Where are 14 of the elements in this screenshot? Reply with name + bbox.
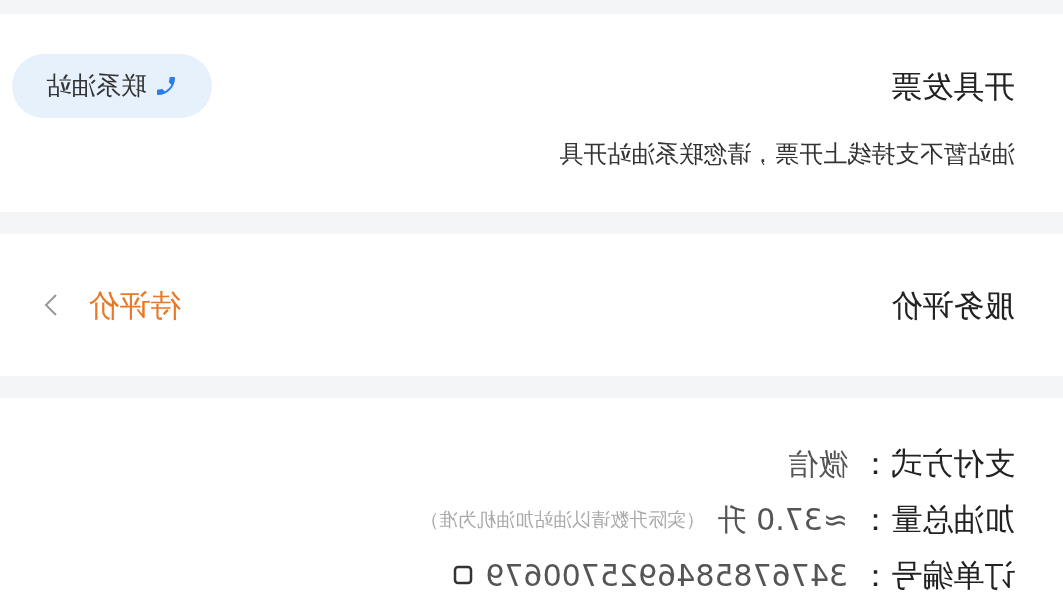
contact-station-button[interactable]: 联系油站 bbox=[12, 54, 212, 118]
detail-value: 微信 bbox=[788, 444, 848, 483]
detail-hint: （实际升数请以油站加油机为准） bbox=[419, 506, 705, 532]
detail-label: 支付方式： bbox=[860, 443, 1015, 483]
detail-label: 订单编号： bbox=[860, 555, 1015, 595]
phone-icon bbox=[154, 74, 178, 98]
copy-icon[interactable] bbox=[453, 565, 474, 585]
review-status: 待评价 bbox=[88, 285, 181, 325]
invoice-note: 油站暂不支持线上开票，请您联系油站开具 bbox=[558, 139, 1015, 170]
detail-value: ≈37.0 升 bbox=[716, 500, 848, 539]
invoice-title: 开具发票 bbox=[891, 66, 1015, 106]
detail-value: 3476785846925700679 bbox=[485, 556, 848, 595]
review-title: 服务评价 bbox=[891, 285, 1015, 325]
detail-label: 加油总量： bbox=[860, 499, 1015, 539]
